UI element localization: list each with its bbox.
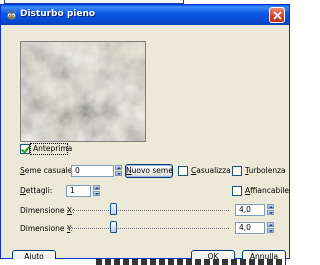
- size-x-spinner[interactable]: [267, 204, 274, 215]
- spin-up-arrow-icon[interactable]: [267, 204, 274, 209]
- size-x-input[interactable]: 4,0: [235, 204, 265, 216]
- seed-label: Seme casuale:: [20, 166, 75, 175]
- size-y-input[interactable]: 4,0: [235, 222, 265, 234]
- size-x-slider-thumb[interactable]: [109, 203, 117, 215]
- spin-down-arrow-icon[interactable]: [115, 171, 122, 176]
- background-text-fragment: [0, 259, 290, 265]
- window-title: Disturbo pieno: [20, 9, 96, 19]
- size-x-slider-track[interactable]: [67, 210, 229, 211]
- spin-up-arrow-icon[interactable]: [115, 165, 122, 170]
- turbulent-checkbox[interactable]: [232, 166, 242, 176]
- close-icon: [273, 11, 282, 20]
- detail-input[interactable]: 1: [66, 185, 91, 197]
- size-y-slider-track[interactable]: [67, 228, 229, 229]
- preview-checkbox[interactable]: [20, 144, 30, 154]
- title-bar[interactable]: Disturbo pieno: [1, 5, 289, 25]
- noise-preview[interactable]: [20, 41, 146, 142]
- randomize-checkbox[interactable]: [178, 166, 188, 176]
- size-y-label: Dimensione Y:: [20, 224, 73, 233]
- preview-label[interactable]: Anteprima: [33, 144, 72, 154]
- spin-up-arrow-icon[interactable]: [267, 222, 274, 227]
- detail-label: Dettagli:: [20, 186, 53, 195]
- seed-spinner[interactable]: [115, 165, 122, 176]
- tileable-checkbox[interactable]: [232, 186, 242, 196]
- spin-down-arrow-icon[interactable]: [267, 210, 274, 215]
- wilber-icon: [6, 10, 17, 20]
- spin-down-arrow-icon[interactable]: [93, 191, 100, 196]
- detail-spinner[interactable]: [93, 185, 100, 196]
- spin-up-arrow-icon[interactable]: [93, 185, 100, 190]
- spin-down-arrow-icon[interactable]: [267, 228, 274, 233]
- randomize-label[interactable]: Casualizza: [191, 166, 231, 176]
- tileable-label[interactable]: Affiancabile: [245, 186, 289, 196]
- new-seed-button[interactable]: Nuovo seme: [125, 164, 173, 178]
- plugin-dialog: Disturbo pieno Anteprima Seme casuale: 0…: [0, 4, 290, 264]
- close-button[interactable]: [269, 7, 285, 23]
- seed-input[interactable]: 0: [71, 165, 114, 177]
- size-x-label: Dimensione X:: [20, 206, 75, 215]
- size-y-slider-thumb[interactable]: [109, 221, 117, 233]
- size-y-spinner[interactable]: [267, 222, 274, 233]
- turbulent-label[interactable]: Turbolenza: [245, 166, 286, 176]
